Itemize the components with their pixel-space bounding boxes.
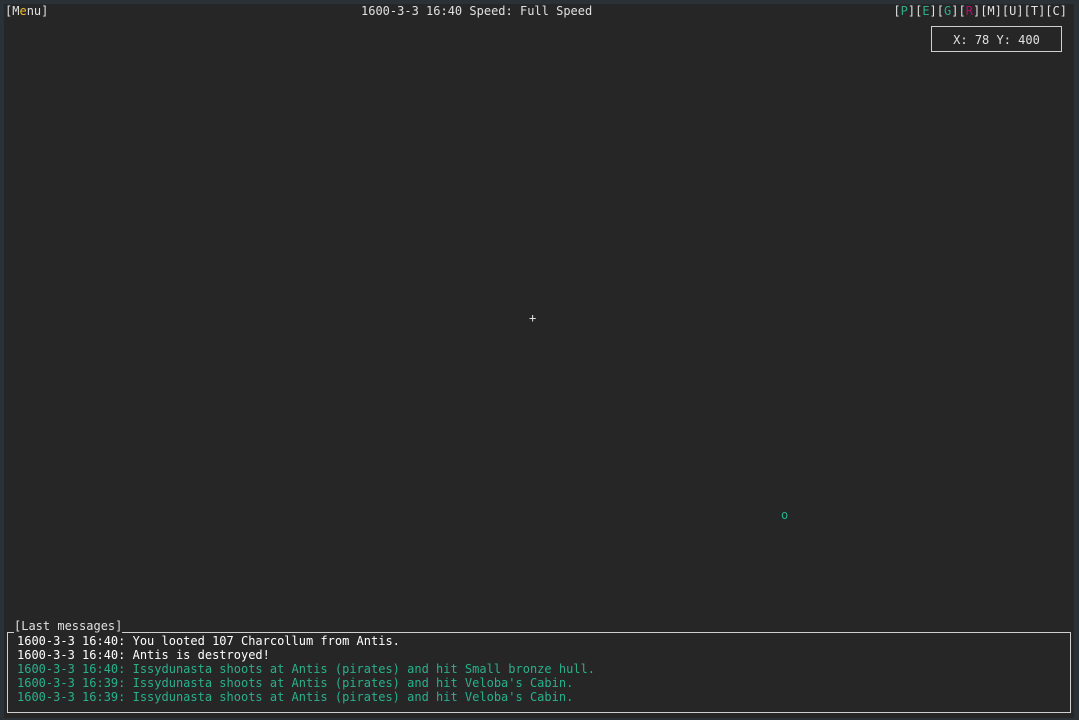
coordinates-box: X: 78 Y: 400 <box>931 26 1062 52</box>
shortcut-key-letter: E <box>922 4 930 18</box>
menu-hotkey-letter: e <box>19 4 27 18</box>
message-line: 1600-3-3 16:39: Issydunasta shoots at An… <box>17 676 574 690</box>
shortcut-m-button[interactable]: [M] <box>980 4 1002 18</box>
shortcut-key-letter: C <box>1052 4 1060 18</box>
bracket-close: ] <box>907 4 916 18</box>
bracket-close: ] <box>1016 4 1024 18</box>
bracket-open: [ <box>1023 4 1031 18</box>
menu-label-rest: nu <box>26 4 42 18</box>
bracket-open: [ <box>936 4 945 18</box>
bracket-close: ] <box>994 4 1002 18</box>
message-line: 1600-3-3 16:39: Issydunasta shoots at An… <box>17 690 574 704</box>
coordinates-text: X: 78 Y: 400 <box>953 33 1040 47</box>
shortcut-t-button[interactable]: [T] <box>1024 4 1046 18</box>
message-line: 1600-3-3 16:40: Antis is destroyed! <box>17 648 270 662</box>
ship-marker[interactable]: o <box>781 508 788 522</box>
shortcut-c-button[interactable]: [C] <box>1045 4 1067 18</box>
shortcut-u-button[interactable]: [U] <box>1002 4 1024 18</box>
speed-label: Speed: <box>469 4 513 18</box>
shortcut-key-letter: T <box>1030 4 1039 18</box>
messages-title: [Last messages] <box>14 619 123 633</box>
message-line: 1600-3-3 16:40: Issydunasta shoots at An… <box>17 662 595 676</box>
speed-value: Full Speed <box>519 4 593 18</box>
message-line: 1600-3-3 16:40: You looted 107 Charcollu… <box>17 634 400 648</box>
shortcut-key-letter: M <box>987 4 995 18</box>
game-date: 1600-3-3 16:40 <box>361 4 463 18</box>
map-area[interactable]: + o <box>4 60 1074 620</box>
shortcut-keys: [P][E][G][R][M][U][T][C] <box>893 4 1067 18</box>
game-terminal: [Menu] 1600-3-3 16:40 Speed: Full Speed … <box>4 4 1074 718</box>
bracket-close: ] <box>1059 4 1067 18</box>
shortcut-g-button[interactable]: [G] <box>937 4 959 18</box>
menu-button[interactable]: [Menu] <box>5 4 48 18</box>
bracket-close: ] <box>929 4 937 18</box>
shortcut-p-button[interactable]: [P] <box>893 4 915 18</box>
menu-bracket-close: ] <box>41 4 49 18</box>
shortcut-key-letter: R <box>965 4 973 18</box>
shortcut-key-letter: P <box>900 4 908 18</box>
messages-list: 1600-3-3 16:40: You looted 107 Charcollu… <box>17 634 595 704</box>
map-cursor: + <box>529 311 537 325</box>
shortcut-e-button[interactable]: [E] <box>915 4 937 18</box>
bracket-open: [ <box>893 4 901 18</box>
game-status: 1600-3-3 16:40 Speed: Full Speed <box>361 4 592 18</box>
bracket-open: [ <box>958 4 966 18</box>
bracket-open: [ <box>1045 4 1053 18</box>
top-bar: [Menu] 1600-3-3 16:40 Speed: Full Speed … <box>4 4 1074 20</box>
shortcut-r-button[interactable]: [R] <box>958 4 980 18</box>
